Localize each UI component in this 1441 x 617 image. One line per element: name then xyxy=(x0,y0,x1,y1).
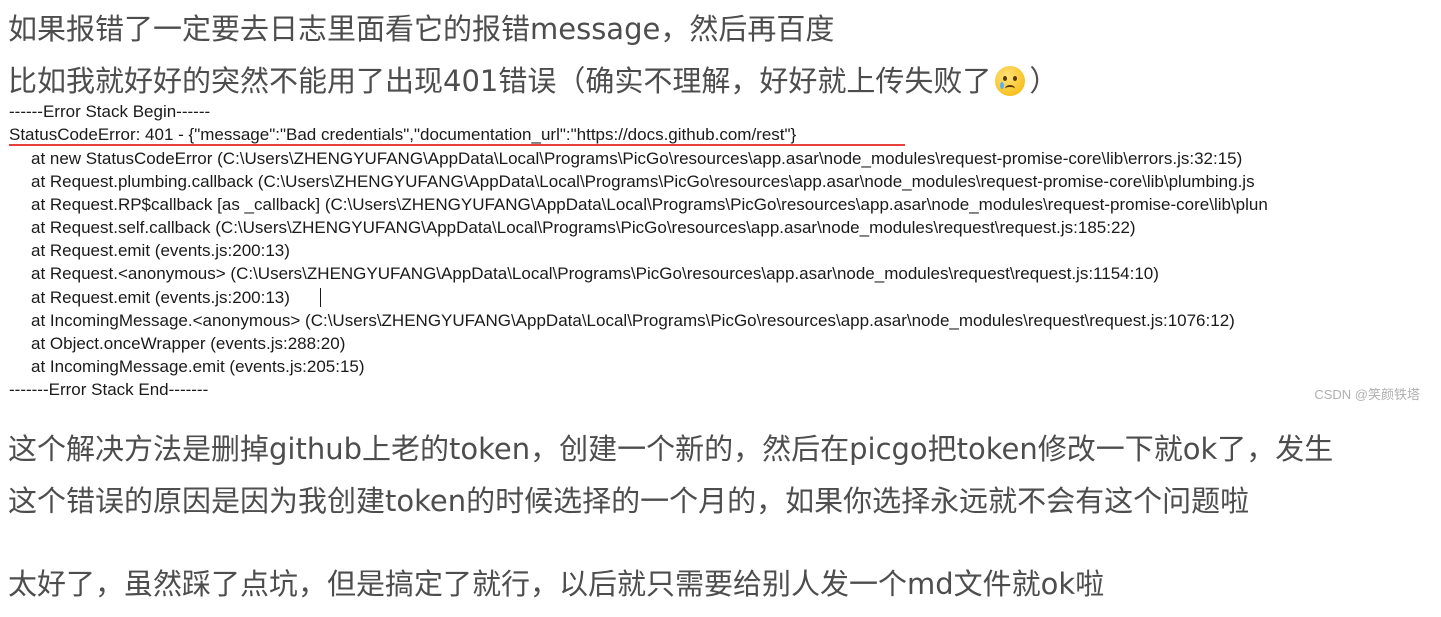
text-cursor xyxy=(320,288,321,307)
stack-frame-8: at IncomingMessage.<anonymous> (C:\Users… xyxy=(31,311,1235,330)
stack-end-line: -------Error Stack End------- xyxy=(9,380,209,399)
error-underline xyxy=(9,144,905,146)
intro-line-1: 如果报错了一定要去日志里面看它的报错message，然后再百度 xyxy=(8,12,835,46)
stack-frame-7: at Request.emit (events.js:200:13) xyxy=(31,288,290,307)
intro-line-2-text: 比如我就好好的突然不能用了出现401错误（确实不理解，好好就上传失败了 xyxy=(8,64,992,98)
stack-frame-2: at Request.plumbing.callback (C:\Users\Z… xyxy=(31,172,1255,191)
sad-tear-face-icon xyxy=(995,66,1026,96)
status-code-error-line: StatusCodeError: 401 - {"message":"Bad c… xyxy=(9,125,797,144)
stack-begin-line: ------Error Stack Begin------ xyxy=(9,104,211,121)
solution-line-2: 这个错误的原因是因为我创建token的时候选择的一个月的，如果你选择永远就不会有… xyxy=(8,484,1250,518)
stack-frame-1: at new StatusCodeError (C:\Users\ZHENGYU… xyxy=(31,149,1243,168)
closing-line: 太好了，虽然踩了点坑，但是搞定了就行，以后就只需要给别人发一个md文件就ok啦 xyxy=(8,567,1105,601)
stack-frame-9: at Object.onceWrapper (events.js:288:20) xyxy=(31,334,346,353)
stack-frame-5: at Request.emit (events.js:200:13) xyxy=(31,241,290,260)
stack-frame-4: at Request.self.callback (C:\Users\ZHENG… xyxy=(31,218,1136,237)
stack-frame-3: at Request.RP$callback [as _callback] (C… xyxy=(31,195,1268,214)
intro-line-2: 比如我就好好的突然不能用了出现401错误（确实不理解，好好就上传失败了 ） xyxy=(8,61,1058,101)
csdn-watermark: CSDN @笑颜铁塔 xyxy=(1314,387,1420,402)
solution-line-1: 这个解决方法是删掉github上老的token，创建一个新的，然后在picgo把… xyxy=(8,432,1334,466)
stack-frame-6: at Request.<anonymous> (C:\Users\ZHENGYU… xyxy=(31,264,1159,283)
error-log-screenshot: ------Error Stack Begin------ StatusCode… xyxy=(0,104,1428,408)
intro-line-2-close: ） xyxy=(1029,64,1059,98)
stack-frame-10: at IncomingMessage.emit (events.js:205:1… xyxy=(31,357,365,376)
